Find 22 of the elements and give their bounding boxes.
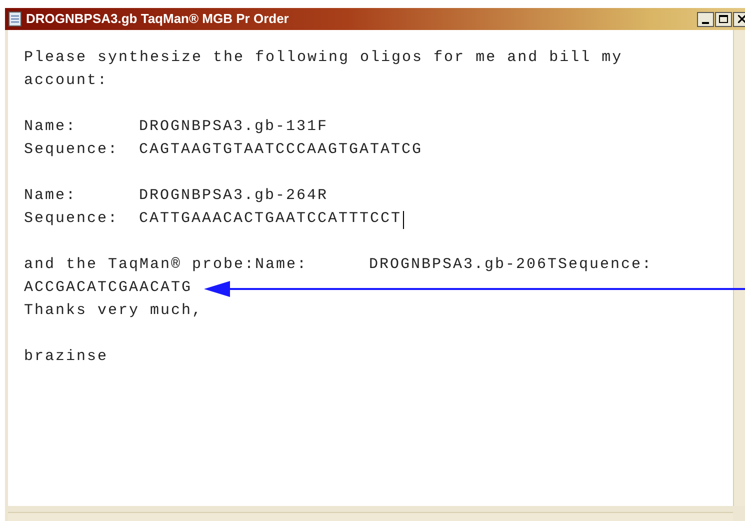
- field-label: Name:: [24, 117, 78, 138]
- field-value: DROGNBPSA3.gb-264R: [139, 186, 328, 206]
- field-label: Sequence:: [24, 209, 120, 230]
- vertical-scrollbar[interactable]: [733, 30, 745, 506]
- maximize-button[interactable]: [715, 12, 732, 26]
- field-value: CATTGAAACACTGAATCCATTTCCT: [139, 209, 402, 230]
- field-label: Name:: [24, 186, 78, 206]
- probe-label: and the TaqMan® probe:Name:: [24, 255, 309, 276]
- letter-text: account:: [24, 71, 108, 92]
- letter-text: ACCGACATCGAACATG: [24, 278, 192, 298]
- letter-text: brazinse: [24, 347, 108, 368]
- letter-text: Thanks very much,: [24, 301, 203, 322]
- field-value: DROGNBPSA3.gb-131F: [139, 117, 328, 138]
- field-label: Sequence:: [24, 140, 120, 160]
- minimize-button[interactable]: [697, 12, 714, 26]
- letter-text: Please synthesize the following oligos for me and bill my: [24, 48, 623, 68]
- close-icon: [738, 15, 745, 23]
- close-button[interactable]: [733, 12, 745, 26]
- window-title: DROGNBPSA3.gb TaqMan® MGB Pr Order: [26, 10, 289, 28]
- probe-value: DROGNBPSA3.gb-206TSequence:: [369, 255, 653, 276]
- field-value: CAGTAAGTGTAATCCCAAGTGATATCG: [139, 140, 423, 160]
- document-icon: [8, 11, 22, 27]
